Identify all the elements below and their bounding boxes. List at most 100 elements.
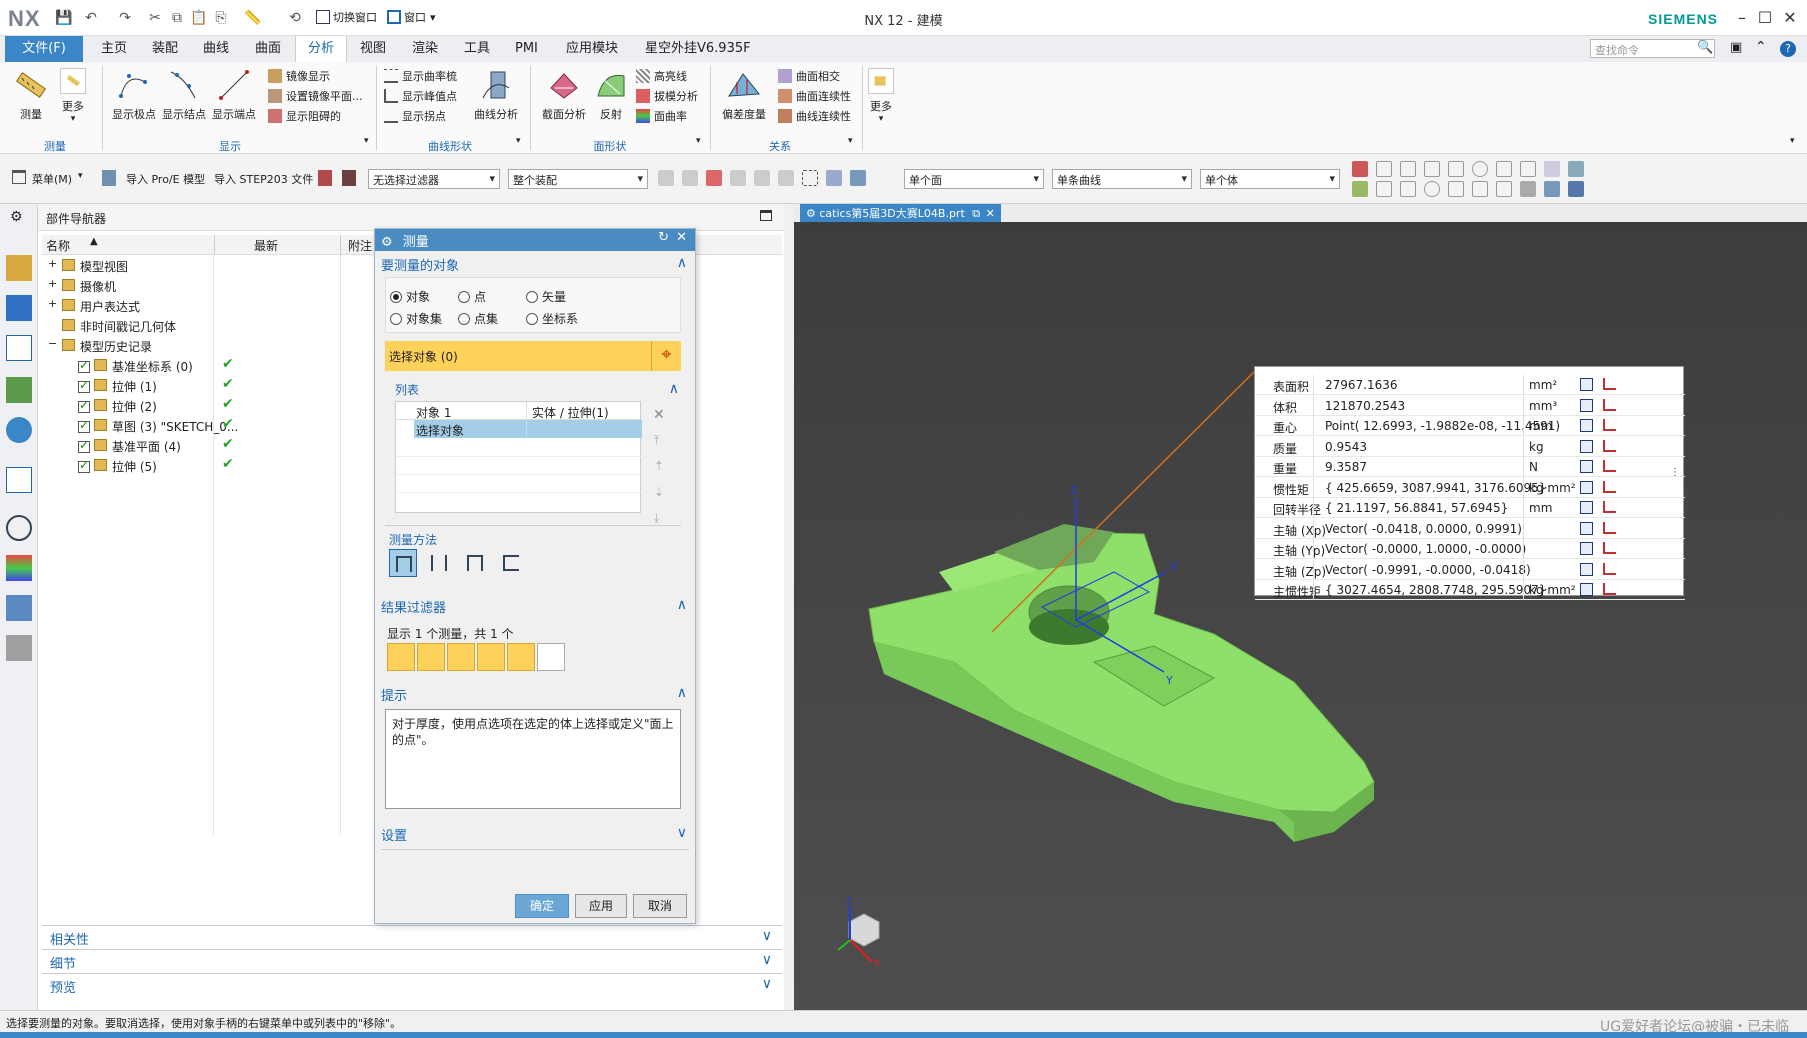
radio-vector[interactable]: 矢量 [526, 288, 566, 305]
tree-node[interactable]: 草图 (3) "SKETCH_0...✔ [42, 415, 412, 435]
reset-icon[interactable]: ↻ [658, 230, 669, 245]
curve-analysis-button[interactable]: 曲线分析 [474, 68, 518, 122]
curve-point-icon[interactable] [1376, 181, 1392, 197]
type-filter-select[interactable]: 无选择过滤器 [368, 169, 500, 189]
method-distance-icon[interactable] [389, 549, 417, 577]
show-knots-button[interactable]: 显示结点 [162, 68, 206, 122]
panel-dependencies[interactable]: 相关性 ∨ [42, 925, 782, 949]
measure-flag-icon[interactable] [1603, 501, 1616, 513]
maximize-panel-icon[interactable] [760, 210, 772, 221]
checkbox-icon[interactable] [78, 458, 90, 473]
draft-analysis-button[interactable]: 拔模分析 [636, 86, 698, 106]
face-curvature-button[interactable]: 面曲率 [636, 106, 698, 126]
curve-rule-select[interactable]: 单条曲线 [1052, 169, 1192, 189]
body-rule-select[interactable]: 单个体 [1200, 169, 1340, 189]
calculator-icon[interactable] [1580, 439, 1593, 453]
move-down-icon[interactable]: ⇣ [654, 485, 664, 499]
display-sheet-icon[interactable] [1544, 161, 1560, 177]
help-icon[interactable]: ? [1780, 41, 1796, 57]
tab-plugin[interactable]: 星空外挂V6.935F [633, 36, 763, 62]
chevron-down-icon[interactable]: ▾ [696, 136, 701, 146]
calculator-icon[interactable] [1580, 480, 1593, 494]
pole-point-icon[interactable] [1496, 181, 1512, 197]
select-feature-icon[interactable] [730, 170, 746, 186]
stop-icon[interactable] [342, 170, 356, 186]
import-step-button[interactable]: 导入 STEP203 文件 [214, 171, 313, 187]
select-object-row[interactable]: 选择对象 (0) ⌖ [385, 341, 681, 371]
ribbon-more-button[interactable]: 更多 ▾ [868, 68, 894, 124]
tab-home[interactable]: 主页 [89, 36, 139, 62]
filter-distance-icon[interactable] [387, 643, 415, 671]
hd3d-tools-icon[interactable] [6, 417, 32, 443]
calculator-icon[interactable] [1580, 460, 1593, 473]
close-icon[interactable]: ✕ [1778, 6, 1802, 30]
select-all-icon[interactable] [682, 170, 698, 186]
checkbox-icon[interactable] [78, 378, 90, 393]
section-hint-header[interactable]: 提示 ∧ [381, 685, 689, 704]
measure-flag-icon[interactable] [1603, 480, 1616, 493]
expand-toggle-icon[interactable]: − [48, 337, 57, 350]
checkbox-icon[interactable] [78, 398, 90, 413]
view-icon[interactable] [1568, 161, 1584, 177]
gear-icon[interactable]: ⚙ [381, 235, 393, 250]
import-proe-button[interactable]: 导入 Pro/E 模型 [126, 171, 205, 187]
close-icon[interactable]: ✕ [676, 230, 687, 245]
tab-surface[interactable]: 曲面 [243, 36, 293, 62]
intersection-icon[interactable] [1496, 161, 1512, 177]
assembly-navigator-icon[interactable] [6, 255, 32, 281]
measure-more-button[interactable]: 更多 ▾ [60, 68, 86, 124]
surface-continuity-button[interactable]: 曲面连续性 [778, 86, 851, 106]
menu-button[interactable]: 菜单(M) [32, 171, 72, 187]
chevron-down-icon[interactable]: ▾ [516, 136, 521, 146]
web-browser-icon[interactable] [6, 467, 32, 493]
filter-arc-icon[interactable] [417, 643, 445, 671]
list-item-selected[interactable]: 选择对象 [414, 420, 642, 438]
section-analysis-button[interactable]: 截面分析 [542, 68, 586, 122]
roles-icon[interactable] [6, 595, 32, 621]
expand-toggle-icon[interactable]: + [48, 257, 57, 270]
section-object-header[interactable]: 要测量的对象 ∧ [381, 255, 689, 274]
part-navigator-icon[interactable] [6, 335, 32, 361]
reuse-library-icon[interactable] [6, 377, 32, 403]
measure-flag-icon[interactable] [1603, 398, 1616, 411]
bounded-point-icon[interactable] [1472, 181, 1488, 197]
radio-csys[interactable]: 坐标系 [526, 310, 578, 327]
part-model[interactable]: Z X Y Z X [794, 222, 1807, 1010]
filter-angle-icon[interactable] [447, 643, 475, 671]
window-layout-icon[interactable]: ▣ [1730, 40, 1742, 55]
method-projected-distance-icon[interactable] [425, 549, 453, 577]
process-studio-icon[interactable] [6, 555, 32, 581]
tree-node[interactable]: 拉伸 (2) ✔ [42, 395, 412, 415]
section-filter-header[interactable]: 结果过滤器 ∧ [381, 597, 689, 616]
constraint-navigator-icon[interactable] [6, 295, 32, 321]
orient-view-icon[interactable] [1568, 181, 1584, 197]
minimize-icon[interactable]: – [1730, 6, 1754, 30]
tab-pmi[interactable]: PMI [503, 36, 550, 62]
move-top-icon[interactable]: ⤒ [654, 433, 659, 448]
cancel-button[interactable]: 取消 [633, 894, 687, 918]
move-bottom-icon[interactable]: ⤓ [654, 511, 659, 526]
show-blocked-button[interactable]: 显示阻碍的 [268, 106, 363, 126]
tab-render[interactable]: 渲染 [400, 36, 450, 62]
chevron-down-icon[interactable]: ▾ [78, 171, 83, 181]
measure-flag-icon[interactable] [1603, 542, 1616, 554]
existing-point-icon[interactable] [1376, 161, 1392, 177]
calculator-icon[interactable] [1580, 378, 1593, 391]
measure-flag-icon[interactable] [1603, 521, 1616, 534]
calculator-icon[interactable] [1580, 419, 1593, 432]
select-face-icon[interactable] [778, 170, 794, 186]
tab-curve[interactable]: 曲线 [191, 36, 241, 62]
face-point-icon[interactable] [1352, 181, 1368, 197]
calculator-icon[interactable] [1580, 562, 1593, 576]
snap-icon[interactable] [706, 170, 722, 186]
filter-table-icon[interactable] [537, 643, 565, 671]
tab-view[interactable]: 视图 [348, 36, 398, 62]
resize-grip-icon[interactable]: ⋮ [1670, 468, 1680, 478]
measure-flag-icon[interactable] [1603, 419, 1616, 431]
midpoint-icon[interactable] [1424, 161, 1440, 177]
column-name[interactable]: 名称 [46, 237, 70, 254]
gear-icon[interactable]: ⚙ [10, 209, 23, 225]
show-poles-button[interactable]: 显示极点 [112, 68, 156, 122]
tree-node[interactable]: 基准坐标系 (0) ✔ [42, 355, 412, 375]
checkbox-icon[interactable] [78, 418, 90, 433]
